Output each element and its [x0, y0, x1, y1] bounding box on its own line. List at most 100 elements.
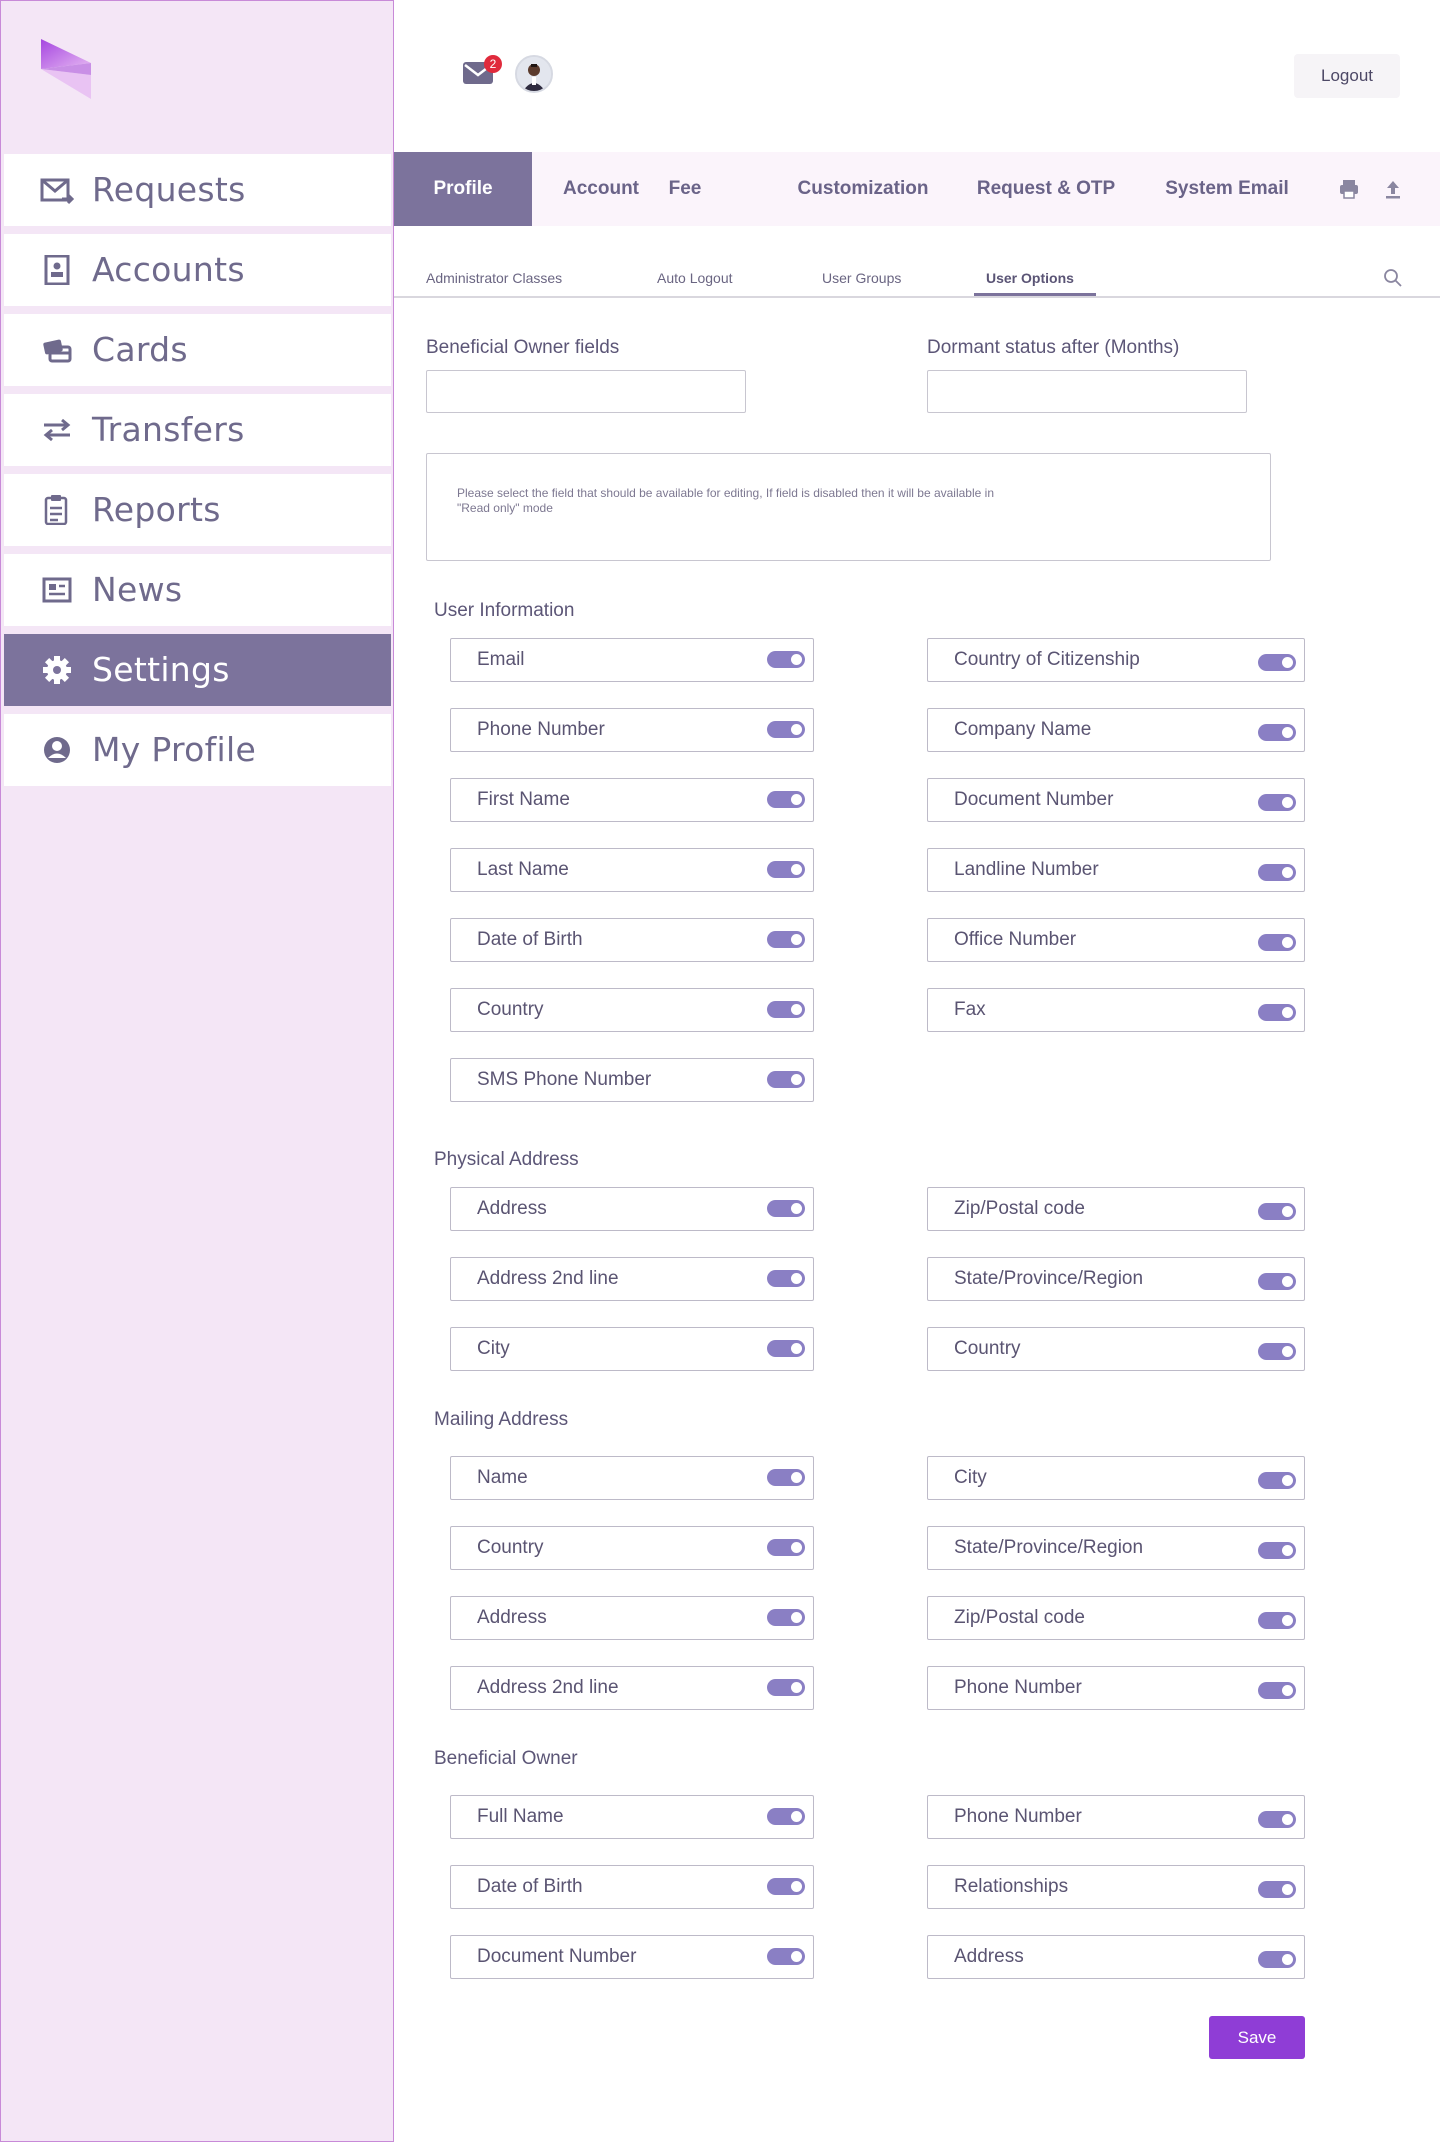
sidebar-item-settings[interactable]: Settings — [4, 634, 391, 706]
beneficial-owner-fields-input[interactable] — [426, 370, 746, 413]
toggle-switch[interactable] — [1258, 934, 1296, 951]
toggle-switch[interactable] — [767, 1539, 805, 1556]
toggle-switch[interactable] — [1258, 1542, 1296, 1559]
toggle-row-label: Date of Birth — [477, 929, 583, 950]
toggle-row: First Name — [450, 778, 814, 822]
sidebar-item-label: Requests — [92, 170, 246, 209]
toggle-row: Email — [450, 638, 814, 682]
toggle-switch[interactable] — [767, 1948, 805, 1965]
toggle-switch[interactable] — [767, 1808, 805, 1825]
tab-account[interactable]: Account — [554, 152, 648, 226]
tab-profile[interactable]: Profile — [394, 152, 532, 226]
toggle-row-label: Address — [477, 1607, 547, 1628]
section-title-user-information: User Information — [434, 600, 575, 621]
toggle-switch[interactable] — [1258, 864, 1296, 881]
toggle-switch[interactable] — [1258, 1612, 1296, 1629]
toggle-switch[interactable] — [1258, 1273, 1296, 1290]
sub-tabs: Administrator Classes Auto Logout User G… — [394, 256, 1440, 298]
toggle-knob — [791, 724, 802, 735]
search-icon[interactable] — [1383, 268, 1403, 288]
toggle-switch[interactable] — [767, 721, 805, 738]
toggle-switch[interactable] — [1258, 794, 1296, 811]
avatar-image — [517, 57, 551, 91]
toggle-switch[interactable] — [767, 1270, 805, 1287]
notice-text: Please select the field that should be a… — [457, 486, 994, 515]
toggle-switch[interactable] — [767, 651, 805, 668]
subtab-administrator-classes[interactable]: Administrator Classes — [426, 270, 562, 286]
toggle-switch[interactable] — [767, 1340, 805, 1357]
sidebar-item-transfers[interactable]: Transfers — [4, 394, 391, 466]
toggle-switch[interactable] — [767, 1469, 805, 1486]
toggle-row-label: Office Number — [954, 929, 1077, 950]
logout-button[interactable]: Logout — [1294, 54, 1400, 98]
sidebar-item-news[interactable]: News — [4, 554, 391, 626]
avatar[interactable] — [515, 55, 553, 93]
gear-icon — [43, 656, 71, 684]
sidebar-item-my-profile[interactable]: My Profile — [4, 714, 391, 786]
toggle-switch[interactable] — [767, 931, 805, 948]
toggle-row-label: Country of Citizenship — [954, 649, 1140, 670]
cards-icon — [43, 339, 72, 363]
subtab-auto-logout[interactable]: Auto Logout — [657, 270, 733, 286]
toggle-switch[interactable] — [767, 1609, 805, 1626]
dormant-status-label: Dormant status after (Months) — [927, 337, 1180, 358]
toggle-row: Country — [927, 1327, 1305, 1371]
toggle-knob — [1282, 937, 1293, 948]
sidebar-item-reports[interactable]: Reports — [4, 474, 391, 546]
print-icon[interactable] — [1338, 178, 1360, 200]
toggle-switch[interactable] — [1258, 1004, 1296, 1021]
toggle-knob — [1282, 1685, 1293, 1696]
toggle-switch[interactable] — [767, 1679, 805, 1696]
tab-request-otp[interactable]: Request & OTP — [956, 152, 1136, 226]
newspaper-icon — [42, 577, 72, 603]
toggle-row: Document Number — [927, 778, 1305, 822]
toggle-switch[interactable] — [1258, 1881, 1296, 1898]
toggle-row: Address 2nd line — [450, 1257, 814, 1301]
toggle-switch[interactable] — [767, 1878, 805, 1895]
subtab-user-options[interactable]: User Options — [986, 270, 1074, 286]
clipboard-icon — [44, 495, 68, 525]
toggle-switch[interactable] — [767, 861, 805, 878]
toggle-row-label: Phone Number — [954, 1806, 1082, 1827]
sidebar-item-accounts[interactable]: Accounts — [4, 234, 391, 306]
toggle-knob — [791, 1682, 802, 1693]
toggle-switch[interactable] — [767, 1200, 805, 1217]
toggle-knob — [791, 1472, 802, 1483]
save-button[interactable]: Save — [1209, 2016, 1305, 2059]
toggle-switch[interactable] — [1258, 1472, 1296, 1489]
toggle-row-label: Document Number — [954, 789, 1114, 810]
tab-customization[interactable]: Customization — [770, 152, 956, 226]
toggle-switch[interactable] — [767, 1071, 805, 1088]
toggle-switch[interactable] — [1258, 1951, 1296, 1968]
toggle-switch[interactable] — [1258, 1203, 1296, 1220]
subtab-user-groups[interactable]: User Groups — [822, 270, 901, 286]
toggle-row: Address — [450, 1596, 814, 1640]
tab-fee[interactable]: Fee — [660, 152, 710, 226]
toggle-switch[interactable] — [1258, 1343, 1296, 1360]
toggle-row: Fax — [927, 988, 1305, 1032]
toggle-switch[interactable] — [1258, 654, 1296, 671]
upload-icon[interactable] — [1382, 178, 1404, 200]
toggle-switch[interactable] — [767, 791, 805, 808]
toggle-row: Document Number — [450, 1935, 814, 1979]
toggle-knob — [1282, 657, 1293, 668]
toggle-row: Country — [450, 1526, 814, 1570]
toggle-row: Country — [450, 988, 814, 1032]
toggle-switch[interactable] — [1258, 1682, 1296, 1699]
toggle-knob — [1282, 1346, 1293, 1357]
toggle-knob — [791, 1343, 802, 1354]
toggle-row: City — [927, 1456, 1305, 1500]
toggle-knob — [1282, 1276, 1293, 1287]
tab-system-email[interactable]: System Email — [1136, 152, 1318, 226]
toggle-row: State/Province/Region — [927, 1526, 1305, 1570]
toggle-switch[interactable] — [767, 1001, 805, 1018]
sidebar-item-cards[interactable]: Cards — [4, 314, 391, 386]
dormant-status-input[interactable] — [927, 370, 1247, 413]
toggle-switch[interactable] — [1258, 1811, 1296, 1828]
toggle-switch[interactable] — [1258, 724, 1296, 741]
toggle-row-label: State/Province/Region — [954, 1268, 1144, 1289]
sidebar-item-requests[interactable]: Requests — [4, 154, 391, 226]
toggle-row: Relationships — [927, 1865, 1305, 1909]
toggle-row: City — [450, 1327, 814, 1371]
toggle-row: Office Number — [927, 918, 1305, 962]
